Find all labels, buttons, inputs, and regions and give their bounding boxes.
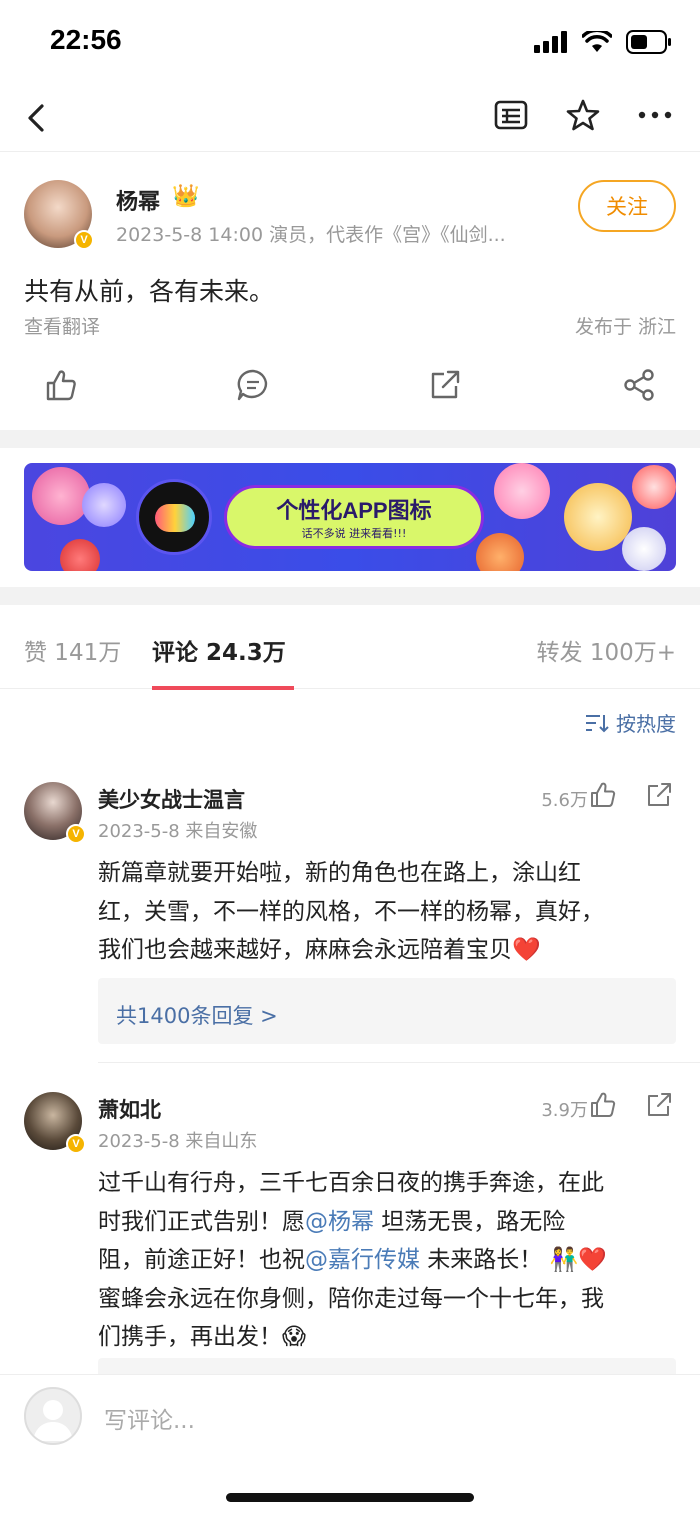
wifi-icon xyxy=(582,31,612,52)
my-avatar xyxy=(24,1387,82,1445)
verified-badge-icon: V xyxy=(74,230,94,250)
sort-icon xyxy=(586,714,609,732)
comment-share-icon[interactable] xyxy=(646,1092,672,1118)
battery-icon xyxy=(626,30,671,54)
back-arrow-icon[interactable] xyxy=(20,100,56,136)
promo-banner[interactable]: 个性化APP图标 话不多说 进来看看!!! xyxy=(24,463,676,571)
comment-text-line: 们携手，再出发！😱 xyxy=(98,1318,678,1357)
banner-sticker-icon xyxy=(476,533,524,571)
banner-sticker-icon xyxy=(32,467,90,525)
commenter-avatar[interactable]: V xyxy=(24,782,86,844)
comment-divider xyxy=(98,1062,700,1063)
comment-like-count: 5.6万 xyxy=(541,790,588,811)
sort-label: 按热度 xyxy=(616,712,676,736)
family-emoji-icon: 👫 xyxy=(549,1247,579,1273)
more-icon[interactable] xyxy=(638,110,672,120)
home-indicator xyxy=(226,1493,474,1502)
comment-text: 过千山有行舟，三千七百余日夜的携手奔途，在此 时我们正式告别！愿@杨幂 坦荡无畏… xyxy=(98,1164,678,1357)
sort-toggle[interactable]: 按热度 xyxy=(584,708,676,737)
commenter-name[interactable]: 萧如北 xyxy=(98,1094,161,1124)
follow-button[interactable]: 关注 xyxy=(578,180,676,232)
signal-icon xyxy=(534,31,567,53)
engagement-tabs: 赞 141万 评论 24.3万 转发 100万+ xyxy=(0,605,700,690)
bottom-comment-bar: 写评论... xyxy=(0,1374,700,1514)
banner-title: 个性化APP图标 xyxy=(276,498,432,523)
heart-emoji-icon: ❤️ xyxy=(578,1247,607,1273)
nav-actions xyxy=(494,98,672,132)
mention-link[interactable]: @嘉行传媒 xyxy=(305,1247,420,1273)
comment-text-span: 时我们正式告别！愿 xyxy=(98,1208,305,1235)
crown-icon: 👑 xyxy=(172,184,200,209)
comment-input[interactable]: 写评论... xyxy=(104,1401,195,1435)
comment-text: 新篇章就要开始啦，新的角色也在路上，涂山红 红，关雪，不一样的风格，不一样的杨幂… xyxy=(98,854,678,970)
heart-emoji-icon: ❤️ xyxy=(512,937,541,963)
comment-meta: 2023-5-8 来自山东 xyxy=(98,1131,258,1152)
status-icons xyxy=(534,30,672,54)
tab-comments[interactable]: 评论 24.3万 xyxy=(152,633,286,667)
post-meta: 2023-5-8 14:00 演员，代表作《宫》《仙剑... xyxy=(116,224,506,246)
comment-text-line: 蜜蜂会永远在你身侧，陪你走过每一个十七年，我 xyxy=(98,1285,604,1312)
translate-link[interactable]: 查看翻译 xyxy=(24,312,100,339)
comment-share-icon[interactable] xyxy=(646,782,672,808)
comment-meta: 2023-5-8 来自安徽 xyxy=(98,821,258,842)
tab-likes[interactable]: 赞 141万 xyxy=(24,633,121,667)
comment-text-line: 过千山有行舟，三千七百余日夜的携手奔途，在此 xyxy=(98,1170,604,1196)
verified-badge-icon: V xyxy=(66,824,86,844)
comment-like-icon[interactable] xyxy=(590,1092,616,1118)
status-time: 22:56 xyxy=(50,24,122,55)
comment-text-span: 未来路长！ xyxy=(420,1247,543,1273)
banner-sticker-icon xyxy=(494,463,550,519)
comment-text-line: 时我们正式告别！愿@杨幂 坦荡无畏，路无险 xyxy=(98,1203,678,1242)
section-divider xyxy=(0,430,700,448)
post-location: 发布于 浙江 xyxy=(574,316,676,338)
banner-subtitle: 话不多说 进来看看!!! xyxy=(301,527,407,540)
banner-sticker-icon xyxy=(82,483,126,527)
default-avatar-icon xyxy=(33,1400,73,1441)
comment-text-line: 阻，前途正好！也祝@嘉行传媒 未来路长！ 👫❤️ xyxy=(98,1241,678,1280)
verified-badge-icon: V xyxy=(66,1134,86,1154)
comment-text-line: 红，关雪，不一样的风格，不一样的杨幂，真好， xyxy=(98,898,604,925)
comment-text-span: 们携手，再出发！ xyxy=(98,1324,282,1350)
post-card: V 杨幂 👑 2023-5-8 14:00 演员，代表作《宫》《仙剑... 关注… xyxy=(0,152,700,430)
menu-list-icon[interactable] xyxy=(494,100,528,130)
banner-sticker-icon xyxy=(622,527,666,571)
view-replies-link[interactable]: 共1400条回复 > xyxy=(98,978,676,1044)
star-icon[interactable] xyxy=(566,98,600,132)
author-avatar[interactable]: V xyxy=(24,180,94,250)
comment-like-icon[interactable] xyxy=(590,782,616,808)
post-text: 共有从前，各有未来。 xyxy=(24,277,275,306)
comment-like-count: 3.9万 xyxy=(541,1100,588,1121)
banner-sticker-icon xyxy=(60,539,100,571)
author-name[interactable]: 杨幂 xyxy=(116,184,160,216)
comment-text-span: 阻，前途正好！也祝 xyxy=(98,1247,305,1273)
status-bar: 22:56 xyxy=(0,0,700,86)
comment-text-span: 我们也会越来越好，麻麻会永远陪着宝贝 xyxy=(98,937,512,963)
commenter-avatar[interactable]: V xyxy=(24,1092,86,1154)
commenter-name[interactable]: 美少女战士温言 xyxy=(98,784,245,814)
banner-sticker-icon xyxy=(564,483,632,551)
comment-text-line: 新篇章就要开始啦，新的角色也在路上，涂山红 xyxy=(98,860,581,886)
scream-emoji-icon: 😱 xyxy=(282,1324,306,1350)
banner-weibo-logo-icon xyxy=(136,479,212,555)
mention-link[interactable]: @杨幂 xyxy=(305,1209,374,1235)
section-divider xyxy=(0,587,700,605)
repost-icon[interactable] xyxy=(428,368,462,402)
like-icon[interactable] xyxy=(44,368,78,402)
tab-reposts[interactable]: 转发 100万+ xyxy=(537,633,676,667)
banner-pill: 个性化APP图标 话不多说 进来看看!!! xyxy=(224,485,484,549)
active-tab-indicator xyxy=(152,686,294,690)
comment-text-line: 我们也会越来越好，麻麻会永远陪着宝贝❤️ xyxy=(98,931,678,970)
banner-sticker-icon xyxy=(632,465,676,509)
comment-text-span: 坦荡无畏，路无险 xyxy=(374,1208,566,1235)
comment-icon[interactable] xyxy=(236,368,270,402)
top-nav-bar xyxy=(0,86,700,152)
post-action-row xyxy=(0,364,700,408)
share-icon[interactable] xyxy=(622,368,656,402)
